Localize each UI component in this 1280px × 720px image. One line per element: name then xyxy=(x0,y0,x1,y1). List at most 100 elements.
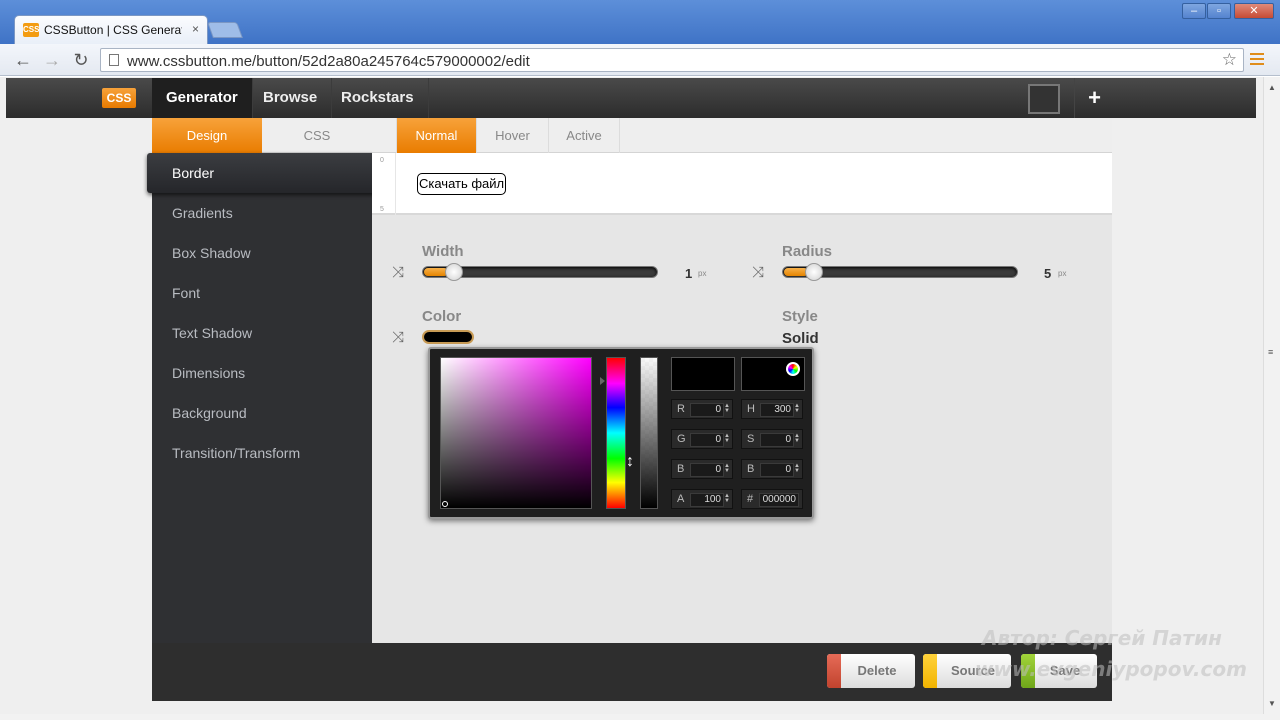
button-preview-thumb[interactable] xyxy=(1028,84,1060,114)
field-value[interactable]: 0 xyxy=(690,433,724,447)
browser-toolbar: ← → ↻ www.cssbutton.me/button/52d2a80a24… xyxy=(0,44,1280,76)
randomize-color-icon[interactable]: ⤨ xyxy=(392,330,414,345)
field-value[interactable]: 0 xyxy=(760,463,794,477)
nav-generator[interactable]: Generator xyxy=(152,78,253,118)
field-label: # xyxy=(747,493,754,505)
border-color-swatch[interactable] xyxy=(422,330,474,344)
randomize-width-icon[interactable]: ⤨ xyxy=(392,265,414,280)
field-g[interactable]: G 0 ▲ ▼ xyxy=(671,429,733,449)
color-wheel-icon[interactable] xyxy=(786,362,800,376)
sidebar-item-transition-transform[interactable]: Transition/Transform xyxy=(152,433,372,473)
spinner-icon[interactable]: ▲ ▼ xyxy=(794,433,800,444)
spinner-icon[interactable]: ▲ ▼ xyxy=(794,403,800,414)
page-icon xyxy=(109,54,119,66)
saturation-value-area[interactable] xyxy=(440,357,592,509)
scroll-grip-icon[interactable]: ≡ xyxy=(1268,347,1273,357)
tab-active[interactable]: Active xyxy=(549,118,620,153)
spinner-icon[interactable]: ▲ ▼ xyxy=(794,463,800,474)
field-hex[interactable]: # 000000 xyxy=(741,489,803,509)
field-label: G xyxy=(677,433,686,445)
tab-css[interactable]: CSS xyxy=(262,118,372,153)
button-preview-area: 0 5 Скачать файл xyxy=(372,153,1112,215)
radius-slider-thumb[interactable] xyxy=(805,263,823,281)
sidebar-item-background[interactable]: Background xyxy=(152,393,372,433)
minimize-button[interactable]: – xyxy=(1182,3,1206,19)
spinner-icon[interactable]: ▲ ▼ xyxy=(724,493,730,504)
back-icon[interactable]: ← xyxy=(12,49,34,71)
width-label: Width xyxy=(422,243,464,260)
width-slider-thumb[interactable] xyxy=(445,263,463,281)
sidebar-item-dimensions[interactable]: Dimensions xyxy=(152,353,372,393)
field-value[interactable]: 0 xyxy=(760,433,794,447)
sv-cursor[interactable] xyxy=(442,501,448,507)
state-tabs: Normal Hover Active xyxy=(372,118,1112,153)
original-color-swatch[interactable] xyxy=(741,357,805,391)
vertical-scrollbar[interactable]: ▲ ≡ ▼ xyxy=(1263,77,1280,714)
randomize-radius-icon[interactable]: ⤨ xyxy=(752,265,774,280)
field-a[interactable]: A 100 ▲ ▼ xyxy=(671,489,733,509)
close-window-button[interactable]: ✕ xyxy=(1234,3,1274,19)
add-button-icon[interactable]: + xyxy=(1074,78,1114,118)
hue-slider[interactable] xyxy=(606,357,626,509)
alpha-slider[interactable] xyxy=(640,357,658,509)
vertical-ruler: 0 5 xyxy=(376,153,396,215)
ruler-tick: 0 xyxy=(380,157,384,164)
field-r[interactable]: R 0 ▲ ▼ xyxy=(671,399,733,419)
resize-cursor-icon: ↕ xyxy=(626,453,634,470)
watermark-site: www.evgeniypopov.com xyxy=(975,657,1247,681)
spinner-icon[interactable]: ▲ ▼ xyxy=(724,403,730,414)
sidebar-list: Border Gradients Box Shadow Font Text Sh… xyxy=(147,153,377,473)
field-value[interactable]: 300 xyxy=(760,403,794,417)
color-picker: ↕ R 0 ▲ ▼ H 300 ▲ ▼ G 0 ▲ ▼ S 0 ▲ ▼ B 0 ▲ ▼ B… xyxy=(428,347,814,519)
field-label: B xyxy=(747,463,755,475)
spinner-icon[interactable]: ▲ ▼ xyxy=(724,463,730,474)
preview-button[interactable]: Скачать файл xyxy=(417,173,507,195)
nav-rockstars[interactable]: Rockstars xyxy=(327,78,429,118)
site-logo[interactable]: CSS xyxy=(102,88,136,108)
sidebar-item-text-shadow[interactable]: Text Shadow xyxy=(152,313,372,353)
field-s[interactable]: S 0 ▲ ▼ xyxy=(741,429,803,449)
field-b[interactable]: B 0 ▲ ▼ xyxy=(671,459,733,479)
tab-close-icon[interactable]: × xyxy=(192,22,199,36)
field-brightness[interactable]: B 0 ▲ ▼ xyxy=(741,459,803,479)
horizontal-scrollbar[interactable] xyxy=(0,714,1280,720)
scroll-up-icon[interactable]: ▲ xyxy=(1268,83,1276,92)
field-value[interactable]: 0 xyxy=(690,403,724,417)
tab-normal[interactable]: Normal xyxy=(397,118,477,153)
delete-button[interactable]: Delete xyxy=(827,654,915,688)
width-slider[interactable] xyxy=(422,263,658,281)
sidebar: Design CSS Border Gradients Box Shadow F… xyxy=(147,118,377,643)
browser-menu-icon[interactable] xyxy=(1250,53,1264,67)
width-unit: px xyxy=(698,269,707,278)
maximize-button[interactable]: ▫ xyxy=(1207,3,1231,19)
forward-icon[interactable]: → xyxy=(41,49,63,71)
tab-hover[interactable]: Hover xyxy=(477,118,549,153)
field-value[interactable]: 100 xyxy=(690,493,724,507)
new-tab-button[interactable] xyxy=(207,22,243,38)
field-value[interactable]: 0 xyxy=(690,463,724,477)
tab-design[interactable]: Design xyxy=(152,118,262,153)
field-h[interactable]: H 300 ▲ ▼ xyxy=(741,399,803,419)
bookmark-star-icon[interactable]: ☆ xyxy=(1222,50,1237,70)
sidebar-item-border[interactable]: Border xyxy=(147,153,377,193)
field-value[interactable]: 000000 xyxy=(759,493,799,507)
field-label: H xyxy=(747,403,755,415)
ruler-tick: 5 xyxy=(380,206,384,213)
url-text: www.cssbutton.me/button/52d2a80a245764c5… xyxy=(127,53,530,70)
reload-icon[interactable]: ↻ xyxy=(70,49,92,71)
sidebar-item-font[interactable]: Font xyxy=(152,273,372,313)
address-bar[interactable]: www.cssbutton.me/button/52d2a80a245764c5… xyxy=(100,48,1244,72)
mode-tabs: Design CSS xyxy=(152,118,372,153)
nav-browse[interactable]: Browse xyxy=(249,78,333,118)
field-label: S xyxy=(747,433,755,445)
color-label: Color xyxy=(422,308,462,325)
browser-tab[interactable]: CSS CSSButton | CSS Generato × xyxy=(14,15,208,44)
spinner-icon[interactable]: ▲ ▼ xyxy=(724,433,730,444)
sidebar-item-box-shadow[interactable]: Box Shadow xyxy=(152,233,372,273)
radius-slider[interactable] xyxy=(782,263,1018,281)
scroll-down-icon[interactable]: ▼ xyxy=(1268,699,1276,708)
sidebar-item-gradients[interactable]: Gradients xyxy=(152,193,372,233)
state-tab-spacer xyxy=(372,118,397,153)
new-color-swatch xyxy=(671,357,735,391)
border-style-value[interactable]: Solid xyxy=(782,330,819,347)
